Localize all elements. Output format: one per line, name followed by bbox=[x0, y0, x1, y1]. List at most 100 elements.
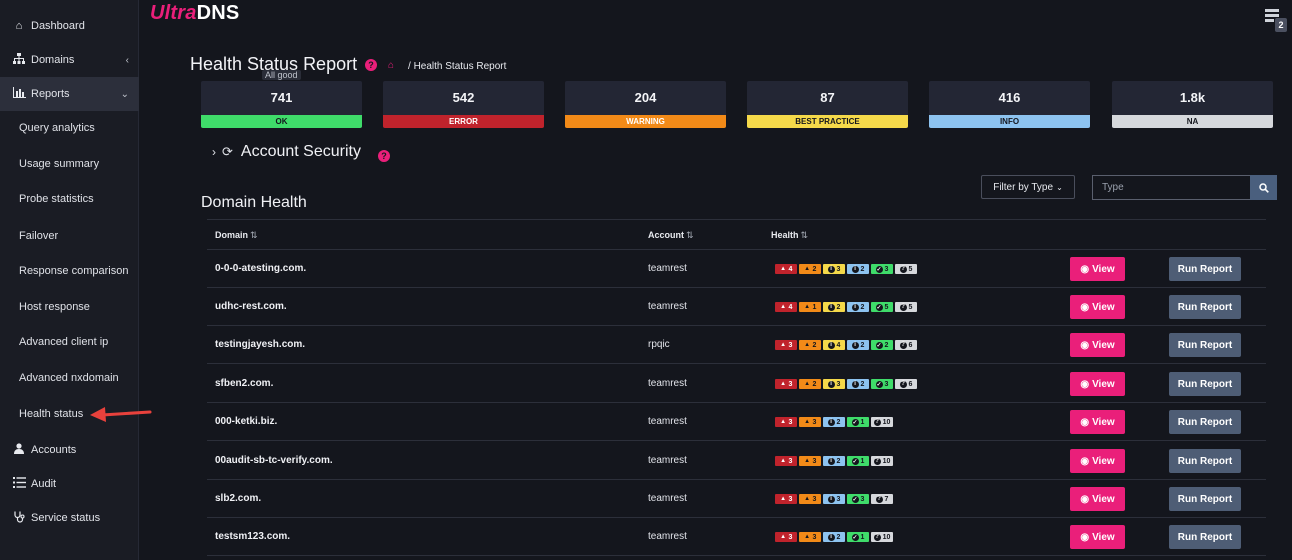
health-badge-ok: ✓ 3 bbox=[871, 379, 893, 389]
health-count: 3 bbox=[812, 418, 817, 426]
account-security-toggle[interactable]: › ⟳ Account Security bbox=[212, 143, 361, 161]
question-icon: ? bbox=[873, 457, 881, 465]
health-count: 3 bbox=[836, 380, 841, 388]
summary-card-best-practice[interactable]: 87 BEST PRACTICE bbox=[747, 81, 908, 128]
view-button[interactable]: ◉ View bbox=[1070, 487, 1125, 511]
view-label: View bbox=[1092, 455, 1115, 467]
alert-triangle-icon: ▲ bbox=[804, 304, 811, 310]
sidebar-subitem-advanced-client-ip[interactable]: Advanced client ip bbox=[0, 325, 139, 359]
sidebar-item-domains[interactable]: Domains ‹ bbox=[0, 43, 139, 77]
health-count: 3 bbox=[788, 341, 793, 349]
sidebar-item-accounts[interactable]: Accounts bbox=[0, 433, 139, 467]
question-icon: ? bbox=[899, 303, 907, 311]
health-badge-warning: ▲ 2 bbox=[799, 340, 821, 350]
info-icon: i bbox=[827, 303, 835, 311]
column-header-account[interactable]: Account ⇅ bbox=[648, 230, 694, 241]
health-count: 3 bbox=[812, 457, 817, 465]
help-icon[interactable]: ? bbox=[365, 59, 377, 71]
health-count: 1 bbox=[812, 303, 817, 311]
sidebar-subitem-response-comparison[interactable]: Response comparison bbox=[0, 254, 139, 288]
account-security-title: Account Security bbox=[240, 143, 361, 160]
run-report-button[interactable]: Run Report bbox=[1169, 410, 1241, 434]
summary-count: 416 bbox=[998, 90, 1021, 105]
health-count: 3 bbox=[884, 265, 889, 273]
summary-card-na[interactable]: 1.8k NA bbox=[1112, 81, 1273, 128]
health-badges: ▲ 3 ▲ 3 i 2 ✓ 1? 10 bbox=[775, 532, 893, 542]
health-badges: ▲ 4 ▲ 2 i 3 i 2 ✓ 3? 5 bbox=[775, 264, 917, 274]
health-badges: ▲ 4 ▲ 1 i 2 i 2 ✓ 5? 5 bbox=[775, 302, 917, 312]
health-badge-warning: ▲ 3 bbox=[799, 417, 821, 427]
column-header-health[interactable]: Health ⇅ bbox=[771, 230, 808, 241]
summary-card-ok[interactable]: 741 OK bbox=[201, 81, 362, 128]
summary-label: INFO bbox=[929, 115, 1090, 128]
table-row: testsm123.com. teamrest ▲ 3 ▲ 3 i 2 ✓ 1? 10 ◉ View Ru… bbox=[207, 518, 1266, 556]
check-icon: ✓ bbox=[875, 303, 883, 311]
run-report-button[interactable]: Run Report bbox=[1169, 487, 1241, 511]
view-button[interactable]: ◉ View bbox=[1070, 257, 1125, 281]
run-report-button[interactable]: Run Report bbox=[1169, 372, 1241, 396]
summary-card-error[interactable]: 542 ERROR bbox=[383, 81, 544, 128]
help-icon[interactable]: ? bbox=[378, 150, 390, 162]
run-report-button[interactable]: Run Report bbox=[1169, 295, 1241, 319]
table-row: sfben2.com. teamrest ▲ 3 ▲ 2 i 3 i 2 ✓ 3? 6 ◉ View Run … bbox=[207, 365, 1266, 403]
view-label: View bbox=[1092, 416, 1115, 428]
run-report-button[interactable]: Run Report bbox=[1169, 449, 1241, 473]
menu-icon-bar bbox=[1265, 14, 1279, 17]
view-button[interactable]: ◉ View bbox=[1070, 372, 1125, 396]
account-name: teamrest bbox=[648, 455, 687, 466]
health-badge-na: ? 6 bbox=[895, 379, 917, 389]
run-report-button[interactable]: Run Report bbox=[1169, 525, 1241, 549]
column-label: Domain bbox=[215, 230, 249, 240]
breadcrumb-home-icon[interactable]: ⌂ bbox=[388, 60, 394, 71]
sidebar-subitem-failover[interactable]: Failover bbox=[0, 219, 139, 253]
health-badge-best-practice: i3 bbox=[823, 264, 845, 274]
alert-triangle-icon: ▲ bbox=[804, 342, 811, 348]
sidebar-item-label: Domains bbox=[31, 54, 75, 66]
table-row: 0-0-0-atesting.com. teamrest ▲ 4 ▲ 2 i 3 i 2 ✓ 3? 5 ◉… bbox=[207, 250, 1266, 288]
question-icon: ? bbox=[873, 533, 881, 541]
health-badge-error: ▲ 3 bbox=[775, 417, 797, 427]
stethoscope-icon bbox=[12, 511, 26, 526]
view-button[interactable]: ◉ View bbox=[1070, 525, 1125, 549]
sidebar-item-service-status[interactable]: Service status bbox=[0, 501, 139, 535]
sidebar-item-label: Dashboard bbox=[31, 20, 85, 32]
summary-card-info[interactable]: 416 INFO bbox=[929, 81, 1090, 128]
table-row: udhc-rest.com. teamrest ▲ 4 ▲ 1 i 2 i 2 ✓ 5? 5 ◉ View R… bbox=[207, 288, 1266, 326]
health-count: 2 bbox=[836, 303, 841, 311]
view-button[interactable]: ◉ View bbox=[1070, 333, 1125, 357]
health-count: 6 bbox=[908, 341, 913, 349]
run-report-button[interactable]: Run Report bbox=[1169, 257, 1241, 281]
view-button[interactable]: ◉ View bbox=[1070, 449, 1125, 473]
health-count: 4 bbox=[788, 265, 793, 273]
view-button[interactable]: ◉ View bbox=[1070, 410, 1125, 434]
column-header-domain[interactable]: Domain ⇅ bbox=[215, 230, 258, 241]
sidebar-subitem-query-analytics[interactable]: Query analytics bbox=[0, 111, 139, 145]
health-count: 6 bbox=[908, 380, 913, 388]
sidebar-subitem-host-response[interactable]: Host response bbox=[0, 290, 139, 324]
sidebar-item-audit[interactable]: Audit bbox=[0, 467, 139, 501]
health-badge-error: ▲ 3 bbox=[775, 340, 797, 350]
menu-button[interactable]: 2 bbox=[1263, 6, 1289, 32]
run-report-button[interactable]: Run Report bbox=[1169, 333, 1241, 357]
eye-icon: ◉ bbox=[1080, 455, 1090, 467]
info-icon: i bbox=[851, 303, 859, 311]
summary-card-warning[interactable]: 204 WARNING bbox=[565, 81, 726, 128]
filter-by-type-dropdown[interactable]: Filter by Type ⌄ bbox=[981, 175, 1075, 199]
search-button[interactable] bbox=[1250, 175, 1277, 200]
sidebar-item-dashboard[interactable]: ⌂ Dashboard bbox=[0, 9, 139, 43]
health-badge-ok: ✓ 1 bbox=[847, 417, 869, 427]
health-badge-warning: ▲ 1 bbox=[799, 302, 821, 312]
sidebar-subitem-advanced-nxdomain[interactable]: Advanced nxdomain bbox=[0, 361, 139, 395]
health-badges: ▲ 3 ▲ 3 i 2 ✓ 1? 10 bbox=[775, 417, 893, 427]
sidebar-subitem-probe-statistics[interactable]: Probe statistics bbox=[0, 182, 139, 216]
summary-count: 741 bbox=[270, 90, 293, 105]
health-count: 2 bbox=[812, 265, 817, 273]
info-icon: i bbox=[827, 457, 835, 465]
view-button[interactable]: ◉ View bbox=[1070, 295, 1125, 319]
search-input[interactable] bbox=[1092, 175, 1250, 200]
sidebar-subitem-usage-summary[interactable]: Usage summary bbox=[0, 147, 139, 181]
sidebar-item-reports[interactable]: Reports ⌄ bbox=[0, 77, 139, 111]
app-logo[interactable]: UltraDNS bbox=[150, 2, 239, 25]
user-icon bbox=[12, 443, 26, 457]
question-icon: ? bbox=[899, 380, 907, 388]
